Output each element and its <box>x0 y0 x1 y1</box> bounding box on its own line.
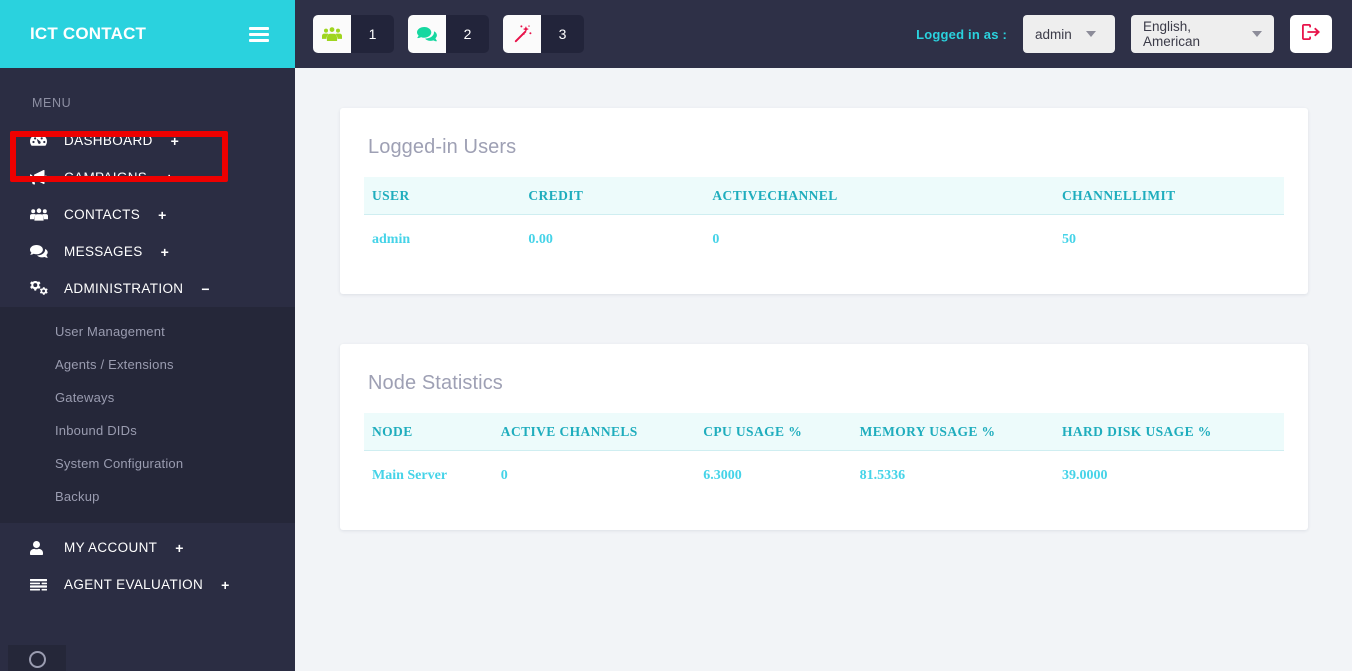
dashboard-gauge-icon <box>30 133 52 148</box>
cell-credit: 0.00 <box>528 232 553 247</box>
sidebar-item-contacts[interactable]: CONTACTS + <box>0 196 295 233</box>
sidebar-item-agent-evaluation[interactable]: AGENT EVALUATION + <box>0 566 295 603</box>
main-area: 1 2 3 Logged in as : admin English, Amer… <box>295 0 1352 671</box>
language-dropdown[interactable]: English, American <box>1131 15 1274 53</box>
table-header-row: NODE ACTIVE CHANNELS CPU USAGE % MEMORY … <box>364 413 1284 451</box>
sidebar-item-label: DASHBOARD <box>64 133 153 148</box>
expand-toggle[interactable]: + <box>221 577 230 593</box>
column-header-user: USER <box>364 177 521 215</box>
column-header-node: NODE <box>364 413 493 451</box>
card-title: Node Statistics <box>368 372 503 394</box>
expand-toggle[interactable]: + <box>158 207 167 223</box>
users-group-icon <box>313 15 351 53</box>
column-header-hard-disk-usage: HARD DISK USAGE % <box>1053 413 1284 451</box>
logged-in-users-table: USER CREDIT ACTIVECHANNEL CHANNELLIMIT a… <box>364 177 1284 264</box>
column-header-active-channels: ACTIVE CHANNELS <box>492 413 696 451</box>
sidebar-item-label: MY ACCOUNT <box>64 540 158 555</box>
cell-active-channels: 0 <box>500 468 508 483</box>
cell-cpu-usage: 6.3000 <box>703 468 742 483</box>
sidebar-item-label: MESSAGES <box>64 244 143 259</box>
sidebar-item-messages[interactable]: MESSAGES + <box>0 233 295 270</box>
comments-icon <box>30 244 52 259</box>
cell-hard-disk-usage: 39.0000 <box>1061 468 1108 483</box>
table-head: USER CREDIT ACTIVECHANNEL CHANNELLIMIT <box>364 177 1284 215</box>
logged-in-label: Logged in as : <box>916 26 1007 42</box>
users-icon <box>30 208 52 221</box>
sidebar: ICT CONTACT MENU DASHBOARD + CAMPAIGNS +… <box>0 0 295 671</box>
expand-toggle[interactable]: + <box>175 540 184 556</box>
cell-memory-usage: 81.5336 <box>859 468 906 483</box>
collapse-toggle[interactable]: − <box>201 281 210 297</box>
submenu-item-user-management[interactable]: User Management <box>0 315 295 348</box>
sidebar-item-administration[interactable]: ADMINISTRATION − <box>0 270 295 307</box>
column-header-cpu-usage: CPU USAGE % <box>695 413 852 451</box>
submenu-item-backup[interactable]: Backup <box>0 480 295 513</box>
column-header-memory-usage: MEMORY USAGE % <box>851 413 1054 451</box>
top-header-bar: 1 2 3 Logged in as : admin English, Amer… <box>295 0 1352 68</box>
brand-title: ICT CONTACT <box>30 24 147 43</box>
cell-activechannel: 0 <box>712 232 720 247</box>
cell-user: admin <box>372 232 411 247</box>
submenu-item-system-configuration[interactable]: System Configuration <box>0 447 295 480</box>
table-header-row: USER CREDIT ACTIVECHANNEL CHANNELLIMIT <box>364 177 1284 215</box>
sidebar-item-label: ADMINISTRATION <box>64 281 184 296</box>
chat-bubbles-icon <box>408 15 446 53</box>
user-dropdown[interactable]: admin <box>1023 15 1115 53</box>
card-title: Logged-in Users <box>368 136 517 158</box>
table-row: admin 0.00 0 50 <box>364 215 1284 265</box>
expand-toggle[interactable]: + <box>171 133 180 149</box>
expand-toggle[interactable]: + <box>161 244 170 260</box>
sidebar-item-label: CONTACTS <box>64 207 141 222</box>
administration-submenu: User Management Agents / Extensions Gate… <box>0 307 295 523</box>
header-badges: 1 2 3 <box>313 15 584 53</box>
node-statistics-table: NODE ACTIVE CHANNELS CPU USAGE % MEMORY … <box>364 413 1284 500</box>
cell-node: Main Server <box>372 468 448 483</box>
node-statistics-card: Node Statistics NODE ACTIVE CHANNELS CPU… <box>340 344 1308 530</box>
badge-count: 2 <box>446 15 489 53</box>
column-header-credit: CREDIT <box>520 177 705 215</box>
cell-channellimit: 50 <box>1061 232 1076 247</box>
content-area: Logged-in Users USER CREDIT ACTIVECHANNE… <box>295 68 1352 671</box>
brand-header: ICT CONTACT <box>0 0 295 68</box>
sidebar-item-campaigns[interactable]: CAMPAIGNS + <box>0 159 295 196</box>
list-bars-icon <box>30 578 52 591</box>
submenu-item-agents-extensions[interactable]: Agents / Extensions <box>0 348 295 381</box>
sidebar-item-my-account[interactable]: MY ACCOUNT + <box>0 529 295 566</box>
logout-button[interactable] <box>1290 15 1332 53</box>
language-dropdown-value: English, American <box>1143 19 1201 49</box>
menu-section-label: MENU <box>32 96 72 110</box>
expand-toggle[interactable]: + <box>165 170 174 186</box>
badge-count: 1 <box>351 15 394 53</box>
circle-icon <box>28 651 46 668</box>
submenu-item-gateways[interactable]: Gateways <box>0 381 295 414</box>
badge-users[interactable]: 1 <box>313 15 394 53</box>
user-icon <box>30 540 52 555</box>
chevron-down-icon <box>1252 31 1262 37</box>
badge-count: 3 <box>541 15 584 53</box>
sidebar-footer-widget[interactable] <box>8 645 66 671</box>
header-right-controls: Logged in as : admin English, American <box>916 15 1332 53</box>
table-body: Main Server 0 6.3000 81.5336 39.0000 <box>364 451 1284 501</box>
column-header-channellimit: CHANNELLIMIT <box>1053 177 1284 215</box>
sidebar-item-label: CAMPAIGNS <box>64 170 148 185</box>
logged-in-users-card: Logged-in Users USER CREDIT ACTIVECHANNE… <box>340 108 1308 294</box>
table-row: Main Server 0 6.3000 81.5336 39.0000 <box>364 451 1284 501</box>
table-body: admin 0.00 0 50 <box>364 215 1284 265</box>
user-dropdown-value: admin <box>1035 26 1072 42</box>
table-head: NODE ACTIVE CHANNELS CPU USAGE % MEMORY … <box>364 413 1284 451</box>
magic-wand-icon <box>503 15 541 53</box>
sidebar-item-dashboard[interactable]: DASHBOARD + <box>0 122 295 159</box>
cogs-icon <box>30 281 52 296</box>
bullhorn-icon <box>30 170 52 185</box>
badge-messages[interactable]: 2 <box>408 15 489 53</box>
sidebar-item-label: AGENT EVALUATION <box>64 577 204 592</box>
logout-icon <box>1302 23 1320 45</box>
submenu-item-inbound-dids[interactable]: Inbound DIDs <box>0 414 295 447</box>
badge-campaigns[interactable]: 3 <box>503 15 584 53</box>
chevron-down-icon <box>1085 31 1096 37</box>
column-header-activechannel: ACTIVECHANNEL <box>704 177 1054 215</box>
app-root: ICT CONTACT MENU DASHBOARD + CAMPAIGNS +… <box>0 0 1352 671</box>
hamburger-icon[interactable] <box>245 23 273 46</box>
